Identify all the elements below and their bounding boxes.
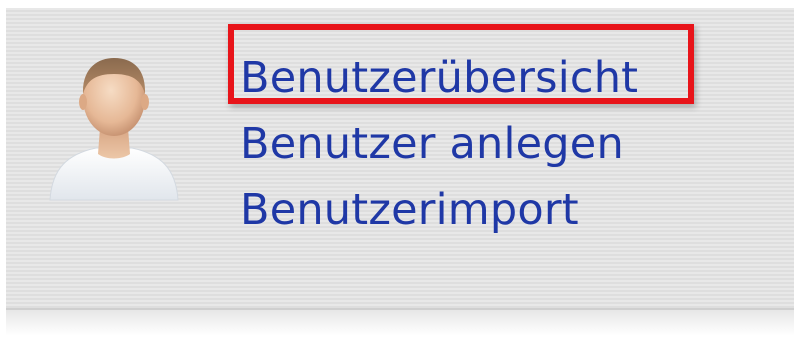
panel-bottom-shadow bbox=[6, 310, 794, 336]
user-avatar-icon bbox=[49, 58, 179, 201]
menu-link-benutzeruebersicht[interactable]: Benutzerübersicht bbox=[240, 52, 638, 104]
menu-link-benutzerimport[interactable]: Benutzerimport bbox=[240, 184, 579, 236]
menu-link-benutzer-anlegen[interactable]: Benutzer anlegen bbox=[240, 118, 624, 170]
screenshot-frame: Benutzerübersicht Benutzer anlegen Benut… bbox=[0, 0, 797, 350]
